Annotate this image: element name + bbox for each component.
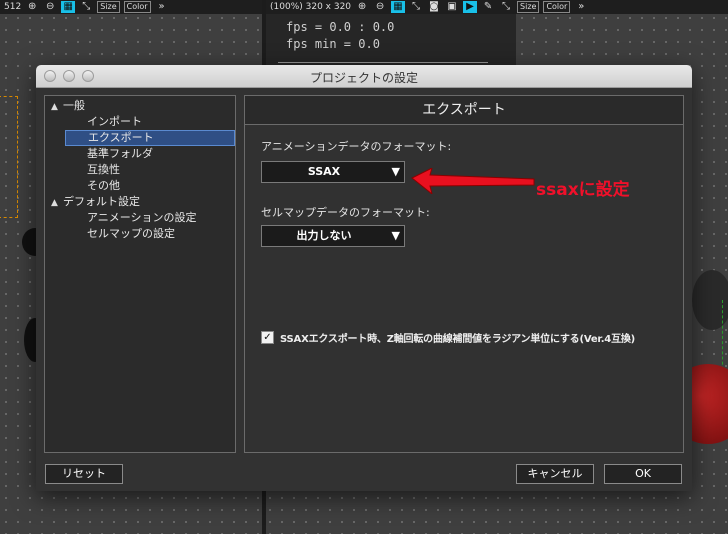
disclosure-triangle-icon[interactable]: ▲ (51, 195, 63, 211)
animation-format-label: アニメーションデータのフォーマット: (261, 140, 452, 153)
disclosure-triangle-icon[interactable]: ▲ (51, 99, 63, 115)
zoom-in-icon[interactable]: ⊕ (355, 1, 369, 13)
tree-item-other[interactable]: その他 (87, 178, 120, 194)
camera-icon[interactable]: ◙ (427, 1, 441, 13)
annotation-arrow (411, 168, 535, 194)
transform-icon[interactable]: ⤡ (499, 1, 513, 13)
animation-format-dropdown[interactable]: SSAX ▼ (261, 161, 405, 183)
tree-item-export[interactable]: エクスポート (65, 130, 235, 146)
tree-category-defaults[interactable]: ▲ デフォルト設定 (51, 194, 140, 210)
grid-icon[interactable]: ▦ (391, 1, 406, 13)
zoom-out-icon[interactable]: ⊖ (373, 1, 387, 13)
zoom-in-icon[interactable]: ⊕ (25, 1, 39, 13)
fps-readout: fps = 0.0 : 0.0 (286, 20, 395, 34)
size-toggle[interactable]: Size (517, 1, 540, 13)
cellmap-format-value: 出力しない (296, 229, 352, 242)
tree-item-cellmap-settings[interactable]: セルマップの設定 (87, 226, 175, 242)
right-viewport-toolbar: (100%) 320 x 320 ⊕ ⊖ ▦ ⤡ ◙ ▣ ▶ ✎ ⤡ Size … (266, 0, 728, 14)
z-rotation-radian-option[interactable]: ✓ SSAXエクスポート時、Z軸回転の曲線補間値をラジアン単位にする(Ver.4… (261, 330, 635, 345)
cancel-button[interactable]: キャンセル (516, 464, 594, 484)
tree-item-animation-settings[interactable]: アニメーションの設定 (87, 210, 197, 226)
animation-format-value: SSAX (307, 165, 341, 178)
z-rotation-checkbox[interactable]: ✓ (261, 331, 274, 344)
export-settings-panel: エクスポート アニメーションデータのフォーマット: SSAX ▼ セルマップデー… (244, 95, 684, 453)
dropdown-arrow-icon: ▼ (391, 165, 400, 178)
dialog-title: プロジェクトの設定 (309, 71, 418, 85)
tree-item-compatibility[interactable]: 互換性 (87, 162, 120, 178)
zoom-out-icon[interactable]: ⊖ (43, 1, 57, 13)
fps-min-readout: fps min = 0.0 (286, 37, 380, 51)
frame-icon[interactable]: ▣ (445, 1, 459, 13)
left-zoom-readout: 512 (4, 2, 22, 12)
dialog-titlebar[interactable]: プロジェクトの設定 (36, 65, 692, 88)
grid-icon[interactable]: ▦ (61, 1, 76, 13)
cellmap-format-label: セルマップデータのフォーマット: (261, 206, 430, 219)
annotation-text: ssaxに設定 (536, 180, 630, 200)
ok-button[interactable]: OK (604, 464, 682, 484)
reset-button[interactable]: リセット (45, 464, 123, 484)
tree-category-general[interactable]: ▲ 一般 (51, 98, 85, 114)
cellmap-format-dropdown[interactable]: 出力しない ▼ (261, 225, 405, 247)
size-toggle[interactable]: Size (97, 1, 120, 13)
transform-icon[interactable]: ⤡ (409, 1, 423, 13)
left-viewport-toolbar: 512 ⊕ ⊖ ▦ ⤡ Size Color » (0, 0, 262, 14)
right-zoom-readout: (100%) 320 x 320 (270, 2, 352, 12)
playback-icon[interactable]: ▶ (463, 1, 478, 13)
expand-icon[interactable]: » (155, 1, 169, 13)
tree-item-import[interactable]: インポート (87, 114, 142, 130)
stats-divider (278, 62, 488, 63)
color-toggle[interactable]: Color (123, 1, 151, 13)
color-toggle[interactable]: Color (543, 1, 571, 13)
fps-stats-panel: fps = 0.0 : 0.0 fps min = 0.0 (266, 14, 516, 66)
brush-icon[interactable]: ✎ (481, 1, 495, 13)
project-settings-dialog: プロジェクトの設定 ▲ 一般 インポート エクスポート 基準フォルダ 互換性 その… (36, 65, 692, 491)
transform-icon[interactable]: ⤡ (79, 1, 93, 13)
settings-category-tree: ▲ 一般 インポート エクスポート 基準フォルダ 互換性 その他 ▲ デフォルト設定… (44, 95, 236, 453)
dropdown-arrow-icon: ▼ (391, 229, 400, 242)
tree-item-base-folder[interactable]: 基準フォルダ (87, 146, 153, 162)
selection-marquee (0, 96, 18, 218)
panel-title: エクスポート (245, 96, 683, 125)
expand-icon[interactable]: » (574, 1, 588, 13)
z-rotation-checkbox-label[interactable]: SSAXエクスポート時、Z軸回転の曲線補間値をラジアン単位にする(Ver.4互換… (280, 330, 635, 345)
